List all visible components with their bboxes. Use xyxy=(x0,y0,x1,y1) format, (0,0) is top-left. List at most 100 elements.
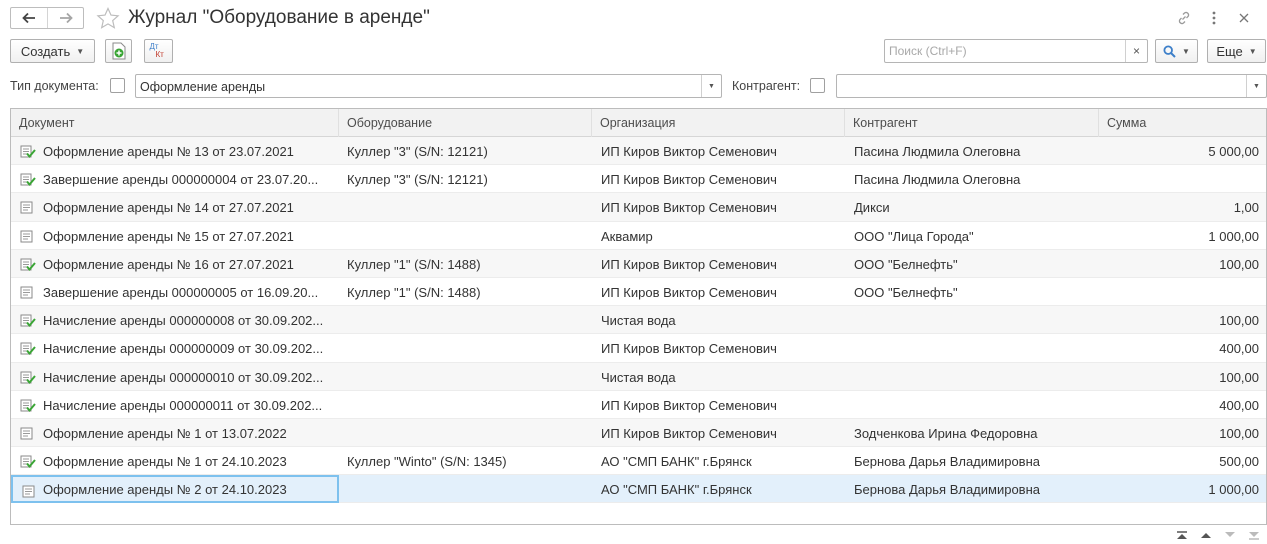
contractor-select[interactable]: ▼ xyxy=(836,74,1267,98)
cell-organization[interactable]: ИП Киров Виктор Семенович xyxy=(601,193,846,221)
cell-equipment[interactable] xyxy=(347,334,592,362)
cell-document[interactable]: Начисление аренды 000000009 от 30.09.202… xyxy=(11,334,339,362)
cell-contractor[interactable]: ООО "Белнефть" xyxy=(854,278,1099,306)
cell-sum[interactable]: 1 000,00 xyxy=(1101,475,1259,503)
add-copy-button[interactable] xyxy=(105,39,132,63)
table-row[interactable]: Завершение аренды 000000004 от 23.07.20.… xyxy=(11,165,1266,194)
table-row[interactable]: Оформление аренды № 1 от 24.10.2023 Кулле… xyxy=(11,447,1266,476)
cell-equipment[interactable]: Куллер "Winto" (S/N: 1345) xyxy=(347,447,592,475)
column-header-organization[interactable]: Организация xyxy=(592,109,845,137)
cell-equipment[interactable] xyxy=(347,193,592,221)
column-header-sum[interactable]: Сумма xyxy=(1099,109,1266,137)
cell-document[interactable]: Начисление аренды 000000011 от 30.09.202… xyxy=(11,391,339,419)
table-row[interactable]: Завершение аренды 000000005 от 16.09.20.… xyxy=(11,278,1266,307)
scroll-up-icon[interactable] xyxy=(1194,527,1218,543)
more-vertical-icon[interactable] xyxy=(1199,8,1229,28)
cell-sum[interactable]: 400,00 xyxy=(1101,391,1259,419)
scroll-first-icon[interactable] xyxy=(1170,527,1194,543)
dropdown-arrow-icon[interactable]: ▼ xyxy=(701,75,721,97)
cell-organization[interactable]: Чистая вода xyxy=(601,306,846,334)
cell-organization[interactable]: Аквамир xyxy=(601,222,846,250)
cell-contractor[interactable]: Пасина Людмила Олеговна xyxy=(854,137,1099,165)
cell-contractor[interactable]: Бернова Дарья Владимировна xyxy=(854,475,1099,503)
cell-organization[interactable]: ИП Киров Виктор Семенович xyxy=(601,165,846,193)
table-row[interactable]: Начисление аренды 000000009 от 30.09.202… xyxy=(11,334,1266,363)
cell-equipment[interactable]: Куллер "3" (S/N: 12121) xyxy=(347,137,592,165)
cell-equipment[interactable] xyxy=(347,475,592,503)
cell-document[interactable]: Оформление аренды № 14 от 27.07.2021 xyxy=(11,193,339,221)
table-row[interactable]: Начисление аренды 000000008 от 30.09.202… xyxy=(11,306,1266,335)
table-row[interactable]: Оформление аренды № 16 от 27.07.2021 Кулл… xyxy=(11,249,1266,278)
journal-table[interactable]: Документ Оборудование Организация Контра… xyxy=(10,108,1267,525)
cell-document[interactable]: Оформление аренды № 15 от 27.07.2021 xyxy=(11,222,339,250)
cell-contractor[interactable]: ООО "Белнефть" xyxy=(854,250,1099,278)
column-header-contractor[interactable]: Контрагент xyxy=(845,109,1099,137)
cell-sum[interactable]: 100,00 xyxy=(1101,419,1259,447)
column-header-equipment[interactable]: Оборудование xyxy=(339,109,592,137)
cell-sum[interactable]: 1,00 xyxy=(1101,193,1259,221)
cell-sum[interactable]: 100,00 xyxy=(1101,250,1259,278)
table-row[interactable]: Оформление аренды № 2 от 24.10.2023 АО "С… xyxy=(11,475,1266,504)
cell-contractor[interactable]: Бернова Дарья Владимировна xyxy=(854,447,1099,475)
cell-document[interactable]: Оформление аренды № 2 от 24.10.2023 xyxy=(11,475,339,504)
create-button[interactable]: Создать ▼ xyxy=(10,39,95,63)
cell-document[interactable]: Оформление аренды № 1 от 13.07.2022 xyxy=(11,419,339,447)
cell-document[interactable]: Завершение аренды 000000005 от 16.09.20.… xyxy=(11,278,339,306)
cell-document[interactable]: Оформление аренды № 16 от 27.07.2021 xyxy=(11,250,339,278)
doc-type-select[interactable]: Оформление аренды ▼ xyxy=(135,74,722,98)
cell-equipment[interactable] xyxy=(347,222,592,250)
link-icon[interactable] xyxy=(1169,8,1199,28)
cell-contractor[interactable] xyxy=(854,391,1099,419)
cell-equipment[interactable] xyxy=(347,419,592,447)
cell-organization[interactable]: ИП Киров Виктор Семенович xyxy=(601,391,846,419)
cell-sum[interactable]: 5 000,00 xyxy=(1101,137,1259,165)
forward-button[interactable] xyxy=(47,8,83,28)
cell-organization[interactable]: Чистая вода xyxy=(601,363,846,391)
cell-contractor[interactable] xyxy=(854,306,1099,334)
back-button[interactable] xyxy=(11,8,47,28)
cell-document[interactable]: Оформление аренды № 13 от 23.07.2021 xyxy=(11,137,339,165)
cell-organization[interactable]: АО "СМП БАНК" г.Брянск xyxy=(601,447,846,475)
scroll-down-icon[interactable] xyxy=(1218,527,1242,543)
cell-organization[interactable]: ИП Киров Виктор Семенович xyxy=(601,334,846,362)
dt-kt-button[interactable]: Дт Кт xyxy=(144,39,173,63)
cell-contractor[interactable]: ООО "Лица Города" xyxy=(854,222,1099,250)
search-clear-button[interactable]: × xyxy=(1125,40,1147,62)
cell-document[interactable]: Завершение аренды 000000004 от 23.07.20.… xyxy=(11,165,339,193)
cell-contractor[interactable] xyxy=(854,334,1099,362)
cell-sum[interactable]: 100,00 xyxy=(1101,363,1259,391)
cell-contractor[interactable]: Пасина Людмила Олеговна xyxy=(854,165,1099,193)
table-row[interactable]: Начисление аренды 000000010 от 30.09.202… xyxy=(11,362,1266,391)
close-icon[interactable] xyxy=(1229,8,1259,28)
cell-equipment[interactable] xyxy=(347,391,592,419)
table-row[interactable]: Оформление аренды № 14 от 27.07.2021 ИП К… xyxy=(11,193,1266,222)
contractor-checkbox[interactable] xyxy=(810,78,825,93)
table-row[interactable]: Оформление аренды № 15 от 27.07.2021 Аква… xyxy=(11,222,1266,250)
table-row[interactable]: Оформление аренды № 1 от 13.07.2022 ИП Ки… xyxy=(11,418,1266,448)
search-input[interactable]: Поиск (Ctrl+F) xyxy=(889,44,967,58)
scroll-last-icon[interactable] xyxy=(1242,527,1266,543)
cell-sum[interactable]: 100,00 xyxy=(1101,306,1259,334)
cell-organization[interactable]: АО "СМП БАНК" г.Брянск xyxy=(601,475,846,503)
cell-sum[interactable]: 1 000,00 xyxy=(1101,222,1259,250)
favorite-star-icon[interactable] xyxy=(96,7,120,29)
cell-organization[interactable]: ИП Киров Виктор Семенович xyxy=(601,278,846,306)
doc-type-checkbox[interactable] xyxy=(110,78,125,93)
more-button[interactable]: Еще ▼ xyxy=(1207,39,1266,63)
cell-document[interactable]: Начисление аренды 000000010 от 30.09.202… xyxy=(11,363,339,391)
cell-organization[interactable]: ИП Киров Виктор Семенович xyxy=(601,250,846,278)
cell-contractor[interactable] xyxy=(854,363,1099,391)
column-header-document[interactable]: Документ xyxy=(11,109,339,137)
cell-contractor[interactable]: Дикси xyxy=(854,193,1099,221)
cell-equipment[interactable]: Куллер "1" (S/N: 1488) xyxy=(347,278,592,306)
cell-sum[interactable] xyxy=(1101,278,1259,306)
cell-equipment[interactable]: Куллер "3" (S/N: 12121) xyxy=(347,165,592,193)
cell-sum[interactable]: 500,00 xyxy=(1101,447,1259,475)
cell-contractor[interactable]: Зодченкова Ирина Федоровна xyxy=(854,419,1099,447)
cell-organization[interactable]: ИП Киров Виктор Семенович xyxy=(601,419,846,447)
dropdown-arrow-icon[interactable]: ▼ xyxy=(1246,75,1266,97)
search-button[interactable]: ▼ xyxy=(1155,39,1198,63)
table-row[interactable]: Начисление аренды 000000011 от 30.09.202… xyxy=(11,391,1266,419)
cell-document[interactable]: Оформление аренды № 1 от 24.10.2023 xyxy=(11,447,339,475)
search-field[interactable]: Поиск (Ctrl+F) × xyxy=(884,39,1148,63)
